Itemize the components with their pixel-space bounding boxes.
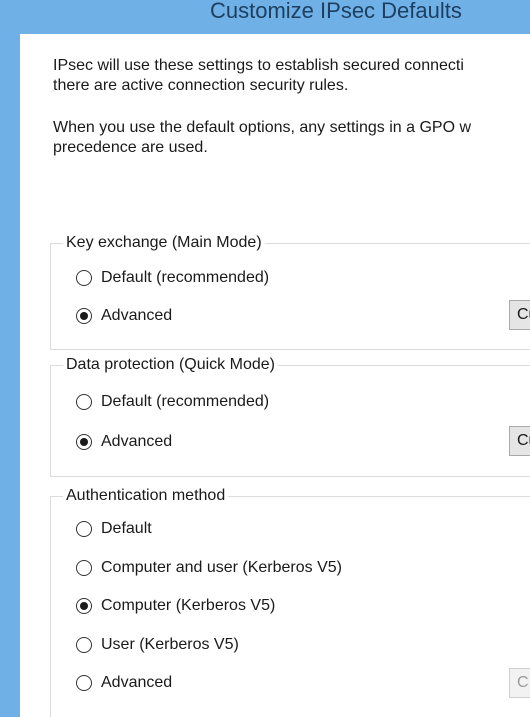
data-protection-default-option[interactable]: Default (recommended) xyxy=(76,391,269,413)
auth-computer-and-user-label: Computer and user (Kerberos V5) xyxy=(101,559,342,576)
auth-user-option[interactable]: User (Kerberos V5) xyxy=(76,634,239,656)
auth-default-label: Default xyxy=(101,520,152,537)
auth-advanced-option[interactable]: Advanced xyxy=(76,672,172,694)
auth-advanced-label: Advanced xyxy=(101,674,173,691)
intro-text-line-2: there are active connection security rul… xyxy=(53,77,349,94)
data-protection-customize-button[interactable]: Cu xyxy=(509,426,530,456)
auth-computer-and-user-radio[interactable] xyxy=(76,560,92,576)
authentication-method-group: Authentication method Default Computer a… xyxy=(50,486,530,717)
customize-ipsec-defaults-dialog: Customize IPsec Defaults IPsec will use … xyxy=(0,0,530,717)
auth-default-option[interactable]: Default xyxy=(76,518,152,540)
data-protection-default-label: Default (recommended) xyxy=(101,393,270,410)
auth-computer-and-user-option[interactable]: Computer and user (Kerberos V5) xyxy=(76,557,342,579)
key-exchange-default-radio[interactable] xyxy=(76,270,92,286)
key-exchange-default-option[interactable]: Default (recommended) xyxy=(76,267,269,289)
default-note-line-2: precedence are used. xyxy=(53,139,208,156)
data-protection-legend: Data protection (Quick Mode) xyxy=(63,355,278,375)
key-exchange-advanced-radio[interactable] xyxy=(76,308,92,324)
key-exchange-legend: Key exchange (Main Mode) xyxy=(63,233,265,253)
data-protection-advanced-option[interactable]: Advanced xyxy=(76,431,172,453)
key-exchange-default-label: Default (recommended) xyxy=(101,269,270,286)
data-protection-default-radio[interactable] xyxy=(76,394,92,410)
auth-computer-option[interactable]: Computer (Kerberos V5) xyxy=(76,595,275,617)
authentication-method-legend: Authentication method xyxy=(63,486,229,506)
key-exchange-advanced-label: Advanced xyxy=(101,307,173,324)
auth-computer-radio[interactable] xyxy=(76,598,92,614)
title-bar[interactable]: Customize IPsec Defaults xyxy=(0,0,530,34)
key-exchange-group: Key exchange (Main Mode) Default (recomm… xyxy=(50,233,530,350)
dialog-title: Customize IPsec Defaults xyxy=(210,0,462,23)
auth-default-radio[interactable] xyxy=(76,521,92,537)
dialog-body: IPsec will use these settings to establi… xyxy=(20,34,530,717)
auth-user-radio[interactable] xyxy=(76,637,92,653)
key-exchange-customize-button[interactable]: Cu xyxy=(509,300,530,330)
default-note-text: When you use the default options, any se… xyxy=(53,118,471,158)
auth-computer-label: Computer (Kerberos V5) xyxy=(101,597,276,614)
intro-text-line-1: IPsec will use these settings to establi… xyxy=(53,57,464,74)
auth-user-label: User (Kerberos V5) xyxy=(101,636,239,653)
key-exchange-advanced-option[interactable]: Advanced xyxy=(76,305,172,327)
default-note-line-1: When you use the default options, any se… xyxy=(53,119,472,136)
data-protection-group: Data protection (Quick Mode) Default (re… xyxy=(50,355,530,477)
intro-text: IPsec will use these settings to establi… xyxy=(53,56,464,96)
auth-advanced-radio[interactable] xyxy=(76,675,92,691)
data-protection-advanced-radio[interactable] xyxy=(76,434,92,450)
data-protection-advanced-label: Advanced xyxy=(101,433,173,450)
authentication-customize-button[interactable]: C xyxy=(509,668,530,698)
